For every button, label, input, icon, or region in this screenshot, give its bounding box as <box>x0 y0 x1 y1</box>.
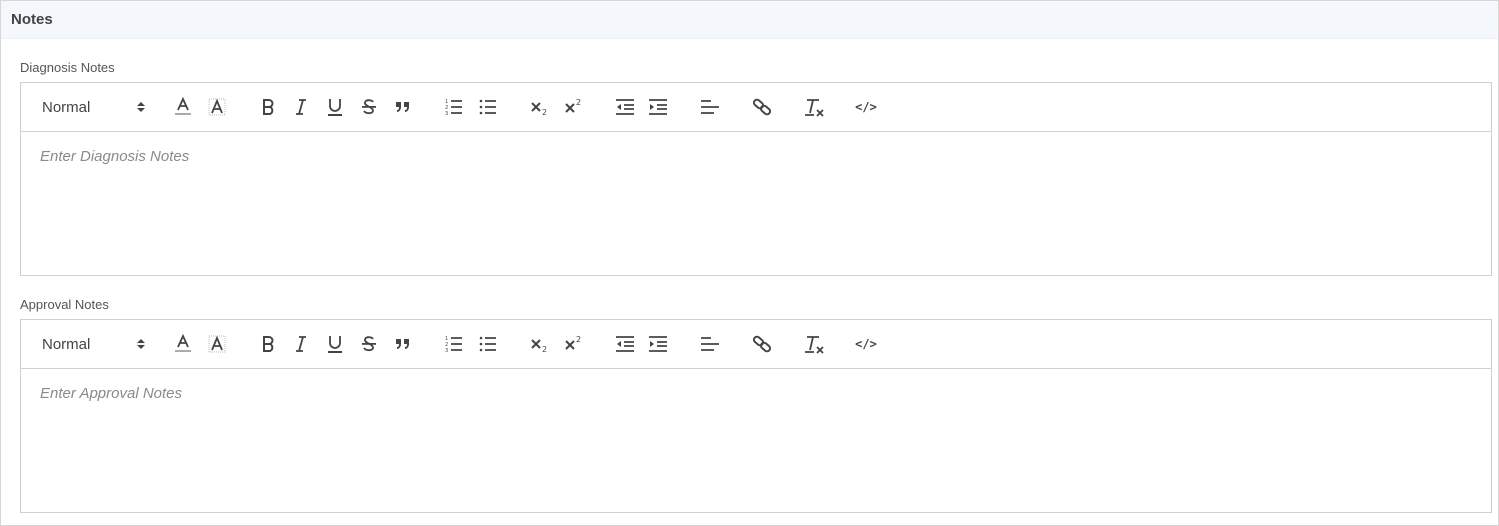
underline-icon[interactable] <box>324 332 346 356</box>
diagnosis-notes-editor: Normal 1 2 3 2 2 </> Enter Diagnosis Not… <box>20 82 1492 276</box>
clear-format-icon[interactable] <box>803 95 825 119</box>
approval-notes-label: Approval Notes <box>20 297 109 312</box>
header-select[interactable]: Normal <box>42 332 146 356</box>
strikethrough-icon[interactable] <box>358 95 380 119</box>
updown-arrows-icon <box>136 100 146 114</box>
ordered-list-icon[interactable]: 123 <box>443 95 465 119</box>
subscript-icon[interactable]: 2 <box>528 332 552 356</box>
panel-header: Notes <box>1 1 1498 39</box>
code-block-icon[interactable]: </> <box>853 95 879 119</box>
bold-icon[interactable] <box>257 95 279 119</box>
background-color-icon[interactable] <box>206 332 228 356</box>
bullet-list-icon[interactable] <box>477 332 499 356</box>
outdent-icon[interactable] <box>614 95 636 119</box>
updown-arrows-icon <box>136 337 146 351</box>
approval-notes-input[interactable]: Enter Approval Notes <box>21 369 1491 512</box>
svg-text:2: 2 <box>576 335 581 344</box>
blockquote-icon[interactable] <box>392 332 414 356</box>
subscript-icon[interactable]: 2 <box>528 95 552 119</box>
code-symbol: </> <box>855 100 877 114</box>
diagnosis-notes-label: Diagnosis Notes <box>20 60 115 75</box>
svg-text:3: 3 <box>445 348 448 353</box>
bullet-list-icon[interactable] <box>477 95 499 119</box>
svg-text:2: 2 <box>576 98 581 107</box>
header-select-value: Normal <box>42 335 91 353</box>
align-left-icon[interactable] <box>699 95 721 119</box>
approval-notes-editor: Normal 1 2 3 2 2 </> Enter Approval Note… <box>20 319 1492 513</box>
indent-icon[interactable] <box>647 332 669 356</box>
align-left-icon[interactable] <box>699 332 721 356</box>
diagnosis-notes-input[interactable]: Enter Diagnosis Notes <box>21 132 1491 275</box>
diagnosis-toolbar: Normal 1 2 3 2 2 </> <box>21 83 1491 132</box>
code-symbol: </> <box>855 337 877 351</box>
svg-text:3: 3 <box>445 111 448 116</box>
background-color-icon[interactable] <box>206 95 228 119</box>
italic-icon[interactable] <box>290 95 312 119</box>
superscript-icon[interactable]: 2 <box>562 95 586 119</box>
ordered-list-icon[interactable]: 123 <box>443 332 465 356</box>
bold-icon[interactable] <box>257 332 279 356</box>
svg-text:2: 2 <box>542 108 547 116</box>
svg-text:2: 2 <box>542 345 547 353</box>
approval-notes-placeholder: Enter Approval Notes <box>40 385 183 402</box>
outdent-icon[interactable] <box>614 332 636 356</box>
link-icon[interactable] <box>751 95 773 119</box>
underline-icon[interactable] <box>324 95 346 119</box>
italic-icon[interactable] <box>290 332 312 356</box>
blockquote-icon[interactable] <box>392 95 414 119</box>
approval-toolbar: Normal 1 2 3 2 2 </> <box>21 320 1491 369</box>
notes-panel: Notes Diagnosis Notes Normal 1 2 3 2 2 <… <box>0 0 1499 526</box>
strikethrough-icon[interactable] <box>358 332 380 356</box>
superscript-icon[interactable]: 2 <box>562 332 586 356</box>
code-block-icon[interactable]: </> <box>853 332 879 356</box>
link-icon[interactable] <box>751 332 773 356</box>
header-select-value: Normal <box>42 98 91 116</box>
diagnosis-notes-placeholder: Enter Diagnosis Notes <box>40 148 190 165</box>
panel-title: Notes <box>11 11 53 28</box>
text-color-icon[interactable] <box>172 332 194 356</box>
indent-icon[interactable] <box>647 95 669 119</box>
clear-format-icon[interactable] <box>803 332 825 356</box>
header-select[interactable]: Normal <box>42 95 146 119</box>
text-color-icon[interactable] <box>172 95 194 119</box>
